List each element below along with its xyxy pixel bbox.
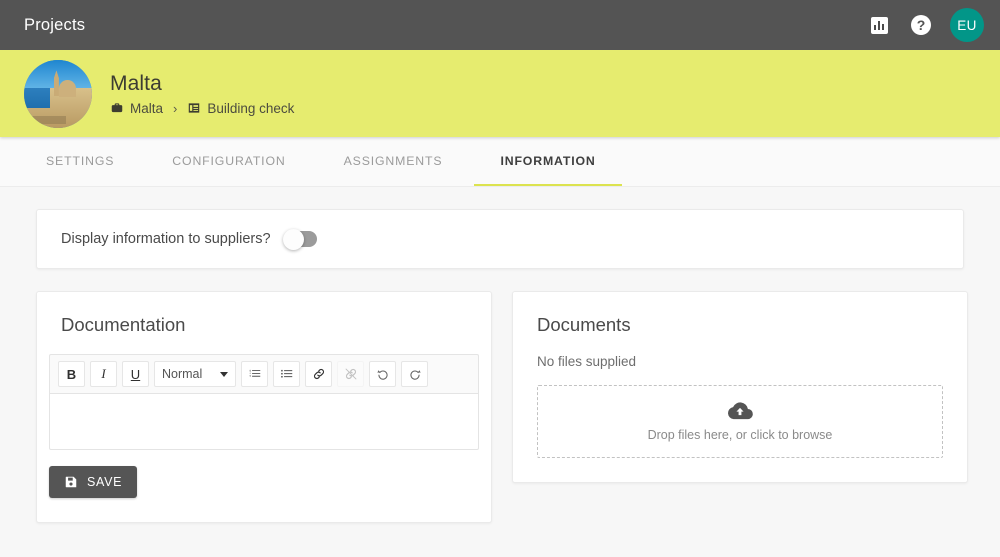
project-banner: Malta Malta › Building check: [0, 50, 1000, 137]
bullet-list-icon: [280, 369, 292, 378]
save-button[interactable]: SAVE: [49, 466, 138, 498]
documents-card: Documents No files supplied Drop files h…: [512, 291, 968, 483]
unlink-icon: [345, 368, 356, 380]
documents-column: Documents No files supplied Drop files h…: [512, 291, 968, 483]
help-button[interactable]: ?: [908, 12, 934, 38]
help-icon: ?: [911, 15, 931, 35]
display-information-card: Display information to suppliers?: [36, 209, 964, 269]
underline-button[interactable]: U: [122, 361, 149, 387]
remove-link-button[interactable]: [337, 361, 364, 387]
save-icon: [65, 476, 77, 488]
display-information-label: Display information to suppliers?: [61, 231, 271, 247]
chevron-down-icon: [220, 371, 228, 377]
briefcase-icon: [111, 103, 123, 113]
display-information-toggle[interactable]: [282, 228, 317, 250]
reports-button[interactable]: [866, 12, 892, 38]
page-title: Projects: [24, 15, 86, 34]
panels-row: Documentation B I U Normal SAVE Document…: [36, 291, 968, 523]
topbar-actions: ? EU: [866, 8, 984, 42]
documentation-title: Documentation: [61, 314, 186, 335]
form-icon: [189, 103, 200, 113]
tab-assignments[interactable]: ASSIGNMENTS: [318, 137, 469, 186]
breadcrumb-label-form: Building check: [207, 100, 295, 116]
insert-link-button[interactable]: [305, 361, 332, 387]
ordered-list-icon: [249, 369, 260, 377]
breadcrumb: Malta › Building check: [110, 101, 294, 116]
breadcrumb-item-form[interactable]: Building check: [187, 101, 294, 116]
link-icon: [313, 369, 324, 379]
format-select[interactable]: Normal: [154, 361, 236, 387]
top-app-bar: Projects ? EU: [0, 0, 1000, 50]
tab-information[interactable]: INFORMATION: [474, 137, 622, 186]
dropzone-text: Drop files here, or click to browse: [647, 428, 833, 442]
save-row: SAVE: [37, 450, 491, 522]
tab-configuration[interactable]: CONFIGURATION: [146, 137, 311, 186]
format-select-value: Normal: [162, 367, 203, 381]
save-button-label: SAVE: [87, 475, 123, 489]
redo-icon: [409, 370, 421, 380]
file-dropzone[interactable]: Drop files here, or click to browse: [537, 385, 943, 458]
documents-title: Documents: [537, 314, 631, 335]
tab-bar: SETTINGS CONFIGURATION ASSIGNMENTS INFOR…: [0, 137, 1000, 187]
breadcrumb-item-project[interactable]: Malta: [110, 101, 163, 116]
editor-toolbar: B I U Normal: [49, 354, 479, 393]
documentation-editor-body[interactable]: [49, 393, 479, 450]
project-name: Malta: [110, 71, 162, 95]
no-files-message: No files supplied: [537, 354, 637, 369]
project-photo-malta: [24, 59, 92, 128]
cloud-upload-icon: [727, 402, 753, 420]
ordered-list-button[interactable]: [241, 361, 268, 387]
redo-button[interactable]: [401, 361, 428, 387]
documentation-column: Documentation B I U Normal SAVE: [36, 291, 492, 523]
breadcrumb-separator: ›: [173, 100, 178, 116]
main-content: Display information to suppliers? Docume…: [0, 187, 1000, 523]
bullet-list-button[interactable]: [273, 361, 300, 387]
bold-button[interactable]: B: [58, 361, 85, 387]
documents-body: No files supplied Drop files here, or cl…: [513, 354, 967, 482]
rich-text-editor: B I U Normal: [49, 354, 479, 450]
documentation-card: Documentation B I U Normal SAVE: [36, 291, 492, 523]
breadcrumb-label-project: Malta: [130, 100, 164, 116]
user-avatar[interactable]: EU: [950, 8, 984, 42]
bar-chart-icon: [870, 16, 888, 34]
undo-button[interactable]: [369, 361, 396, 387]
tab-settings[interactable]: SETTINGS: [20, 137, 140, 186]
project-heading-group: Malta Malta › Building check: [110, 72, 294, 116]
italic-button[interactable]: I: [90, 361, 117, 387]
toggle-knob: [282, 228, 304, 250]
undo-icon: [376, 370, 388, 380]
